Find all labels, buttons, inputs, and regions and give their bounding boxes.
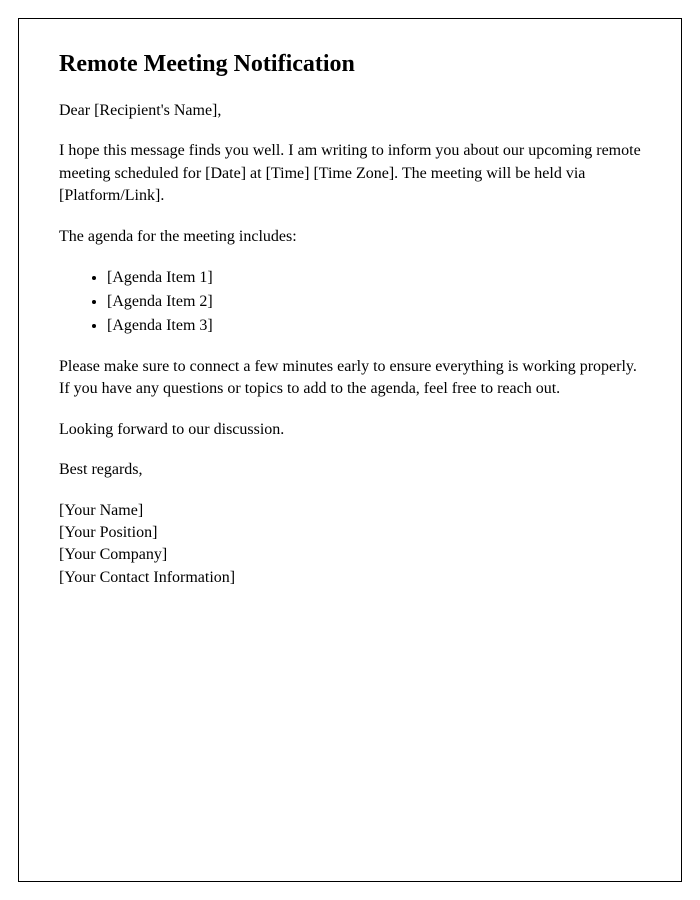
agenda-intro: The agenda for the meeting includes:	[59, 226, 641, 248]
signature-contact: [Your Contact Information]	[59, 567, 641, 589]
document-title: Remote Meeting Notification	[59, 51, 641, 78]
signature-company: [Your Company]	[59, 544, 641, 566]
list-item: [Agenda Item 1]	[107, 266, 641, 290]
closing-line: Looking forward to our discussion.	[59, 419, 641, 441]
instructions-paragraph: Please make sure to connect a few minute…	[59, 356, 641, 401]
signature-name: [Your Name]	[59, 500, 641, 522]
agenda-list: [Agenda Item 1] [Agenda Item 2] [Agenda …	[107, 266, 641, 338]
intro-paragraph: I hope this message finds you well. I am…	[59, 140, 641, 207]
signature-block: [Your Name] [Your Position] [Your Compan…	[59, 500, 641, 590]
regards-line: Best regards,	[59, 459, 641, 481]
list-item: [Agenda Item 2]	[107, 290, 641, 314]
greeting-line: Dear [Recipient's Name],	[59, 100, 641, 122]
signature-position: [Your Position]	[59, 522, 641, 544]
document-container: Remote Meeting Notification Dear [Recipi…	[18, 18, 682, 882]
list-item: [Agenda Item 3]	[107, 314, 641, 338]
